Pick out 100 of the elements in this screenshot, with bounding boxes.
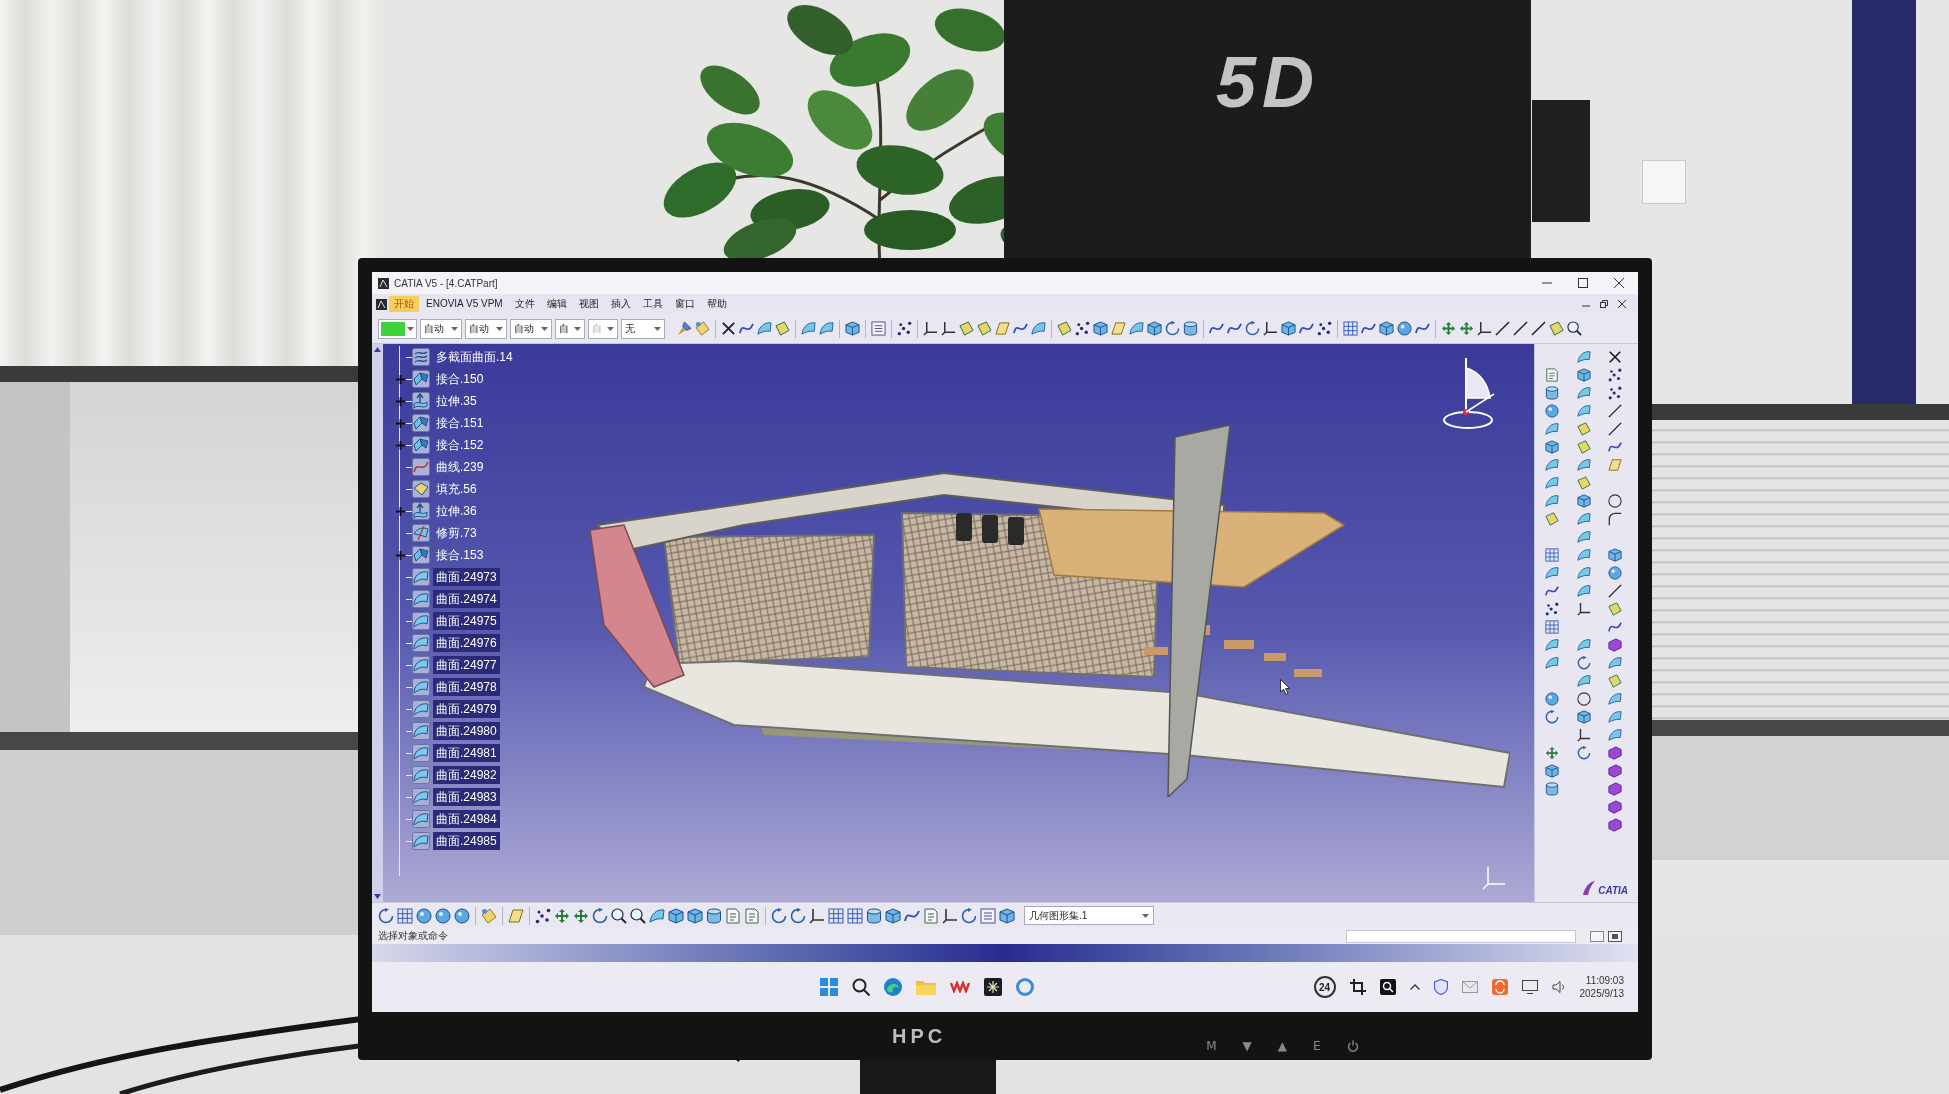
surface-icon[interactable] — [412, 568, 430, 586]
cylinder-icon[interactable] — [1183, 321, 1198, 336]
surface-icon[interactable] — [1576, 458, 1591, 472]
tree-item-label[interactable]: 曲面.24974 — [433, 590, 500, 608]
cylinder-icon[interactable] — [1545, 386, 1559, 400]
block-icon[interactable] — [1608, 782, 1623, 796]
scattered-points-icon[interactable] — [1317, 321, 1332, 336]
grid-icon[interactable] — [847, 907, 863, 924]
monitor-button[interactable]: ▼ — [1242, 1037, 1252, 1055]
plane-icon[interactable] — [1111, 321, 1126, 336]
line-icon[interactable] — [1531, 321, 1546, 336]
surface-icon[interactable] — [1608, 710, 1623, 724]
axis-icon[interactable] — [942, 907, 958, 924]
curve-icon[interactable] — [1415, 321, 1430, 336]
expand-plus-icon[interactable] — [395, 550, 405, 560]
surface-icon[interactable] — [1545, 422, 1559, 436]
patch-icon[interactable] — [1057, 321, 1072, 336]
rotate-icon[interactable] — [961, 907, 977, 924]
paint-bucket-icon[interactable] — [695, 321, 710, 336]
point-icon[interactable] — [721, 321, 736, 336]
menu-item[interactable]: 帮助 — [701, 296, 732, 312]
cube-icon[interactable] — [1281, 321, 1296, 336]
sphere-icon[interactable] — [1545, 692, 1559, 706]
rotate-icon[interactable] — [592, 907, 608, 924]
surface-icon[interactable] — [1576, 638, 1591, 652]
monitor-button[interactable]: ▲ — [1277, 1037, 1288, 1055]
surface-icon[interactable] — [1576, 584, 1591, 598]
cylinder-icon[interactable] — [1545, 782, 1559, 796]
patch-icon[interactable] — [1545, 512, 1559, 526]
layered-surface-icon[interactable] — [412, 348, 430, 366]
line-icon[interactable] — [1608, 584, 1623, 598]
axis-icon[interactable] — [1263, 321, 1278, 336]
axis-icon[interactable] — [941, 321, 956, 336]
paint-bucket-icon[interactable] — [481, 907, 497, 924]
tree-item-label[interactable]: 拉伸.35 — [433, 392, 480, 410]
surface-icon[interactable] — [801, 321, 816, 336]
tree-item-label[interactable]: 接合.153 — [433, 546, 487, 564]
circle-icon[interactable] — [1576, 692, 1591, 706]
power-icon[interactable] — [1346, 1040, 1359, 1052]
block-icon[interactable] — [1608, 800, 1623, 814]
axis-icon[interactable] — [1576, 728, 1591, 742]
magnifier-tile-icon[interactable] — [1379, 979, 1396, 995]
surface-icon[interactable] — [412, 722, 430, 740]
swirl-icon[interactable] — [884, 978, 902, 996]
axis-icon[interactable] — [1477, 321, 1492, 336]
corner-icon[interactable] — [1608, 512, 1623, 526]
curve-icon[interactable] — [1299, 321, 1314, 336]
document-icon[interactable] — [744, 907, 760, 924]
joined-patches-icon[interactable] — [412, 414, 430, 432]
surface-icon[interactable] — [412, 612, 430, 630]
surface-icon[interactable] — [412, 832, 430, 850]
trimmed-patch-icon[interactable] — [412, 524, 430, 542]
cube-icon[interactable] — [1379, 321, 1394, 336]
filled-patch-icon[interactable] — [412, 480, 430, 498]
chevron-up-icon[interactable] — [1409, 984, 1420, 990]
tree-item-label[interactable]: 接合.150 — [433, 370, 487, 388]
pan-icon[interactable] — [554, 907, 570, 924]
surface-icon[interactable] — [412, 700, 430, 718]
tree-item-label[interactable]: 接合.152 — [433, 436, 487, 454]
patch-icon[interactable] — [1576, 422, 1591, 436]
menu-item[interactable]: 视图 — [573, 296, 604, 312]
joined-patches-icon[interactable] — [412, 370, 430, 388]
menu-item[interactable]: 开始 — [389, 296, 419, 312]
surface-icon[interactable] — [412, 766, 430, 784]
tree-item-label[interactable]: 多截面曲面.14 — [433, 348, 516, 366]
rotate-icon[interactable] — [790, 907, 806, 924]
surface-icon[interactable] — [1576, 530, 1591, 544]
list-icon[interactable] — [871, 321, 886, 336]
cube-icon[interactable] — [668, 907, 684, 924]
curve-icon[interactable] — [739, 321, 754, 336]
menu-item[interactable]: 插入 — [605, 296, 636, 312]
pan-icon[interactable] — [1441, 321, 1456, 336]
monitor-icon[interactable] — [1521, 980, 1538, 994]
cube-icon[interactable] — [1608, 548, 1623, 562]
envelope-icon[interactable] — [1461, 981, 1478, 993]
monitor-button[interactable]: E — [1313, 1037, 1321, 1055]
curve-icon[interactable] — [1608, 620, 1623, 634]
surface-icon[interactable] — [412, 634, 430, 652]
surface-icon[interactable] — [1608, 656, 1623, 670]
style-dropdown[interactable]: 自 — [555, 318, 585, 339]
grid-squares-icon[interactable] — [820, 978, 838, 996]
cube-icon[interactable] — [999, 907, 1015, 924]
speaker-icon[interactable] — [1551, 980, 1566, 994]
patch-icon[interactable] — [1549, 321, 1564, 336]
tree-item-label[interactable]: 曲面.24983 — [433, 788, 500, 806]
grid-icon[interactable] — [1545, 548, 1559, 562]
surface-icon[interactable] — [1576, 512, 1591, 526]
surface-icon[interactable] — [1545, 476, 1559, 490]
document-icon[interactable] — [923, 907, 939, 924]
style-dropdown[interactable]: 自动 — [465, 318, 507, 339]
command-input-field[interactable] — [1346, 929, 1576, 943]
scattered-points-icon[interactable] — [1545, 602, 1559, 616]
sphere-icon[interactable] — [435, 907, 451, 924]
search-icon[interactable] — [852, 978, 870, 996]
menu-item[interactable]: 工具 — [637, 296, 668, 312]
cylinder-icon[interactable] — [706, 907, 722, 924]
surface-icon[interactable] — [1545, 494, 1559, 508]
expand-plus-icon[interactable] — [395, 374, 405, 384]
surface-icon[interactable] — [1545, 566, 1559, 580]
cube-icon[interactable] — [687, 907, 703, 924]
